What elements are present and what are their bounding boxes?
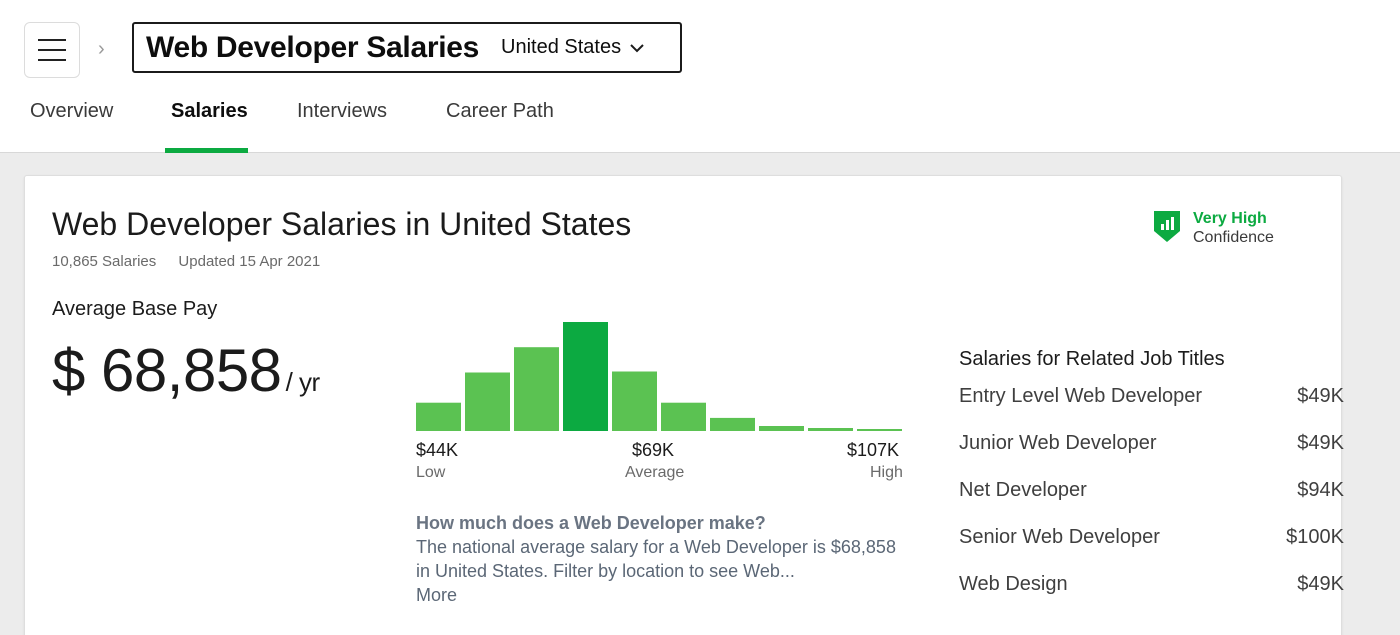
shield-chart-icon bbox=[1154, 211, 1180, 242]
related-item-salary: $49K bbox=[1297, 385, 1344, 407]
confidence-label: Confidence bbox=[1193, 229, 1274, 246]
related-item-title: Net Developer bbox=[959, 479, 1087, 501]
chevron-right-icon: › bbox=[98, 38, 105, 60]
high-label: High bbox=[870, 464, 903, 481]
page-title: Web Developer Salaries bbox=[146, 30, 480, 64]
avg-amount: $ 68,858 bbox=[52, 337, 282, 404]
histogram-bar bbox=[808, 428, 853, 431]
confidence-badge[interactable]: Very High Confidence bbox=[1153, 209, 1274, 247]
average-label: Average bbox=[625, 464, 685, 481]
related-item[interactable]: Junior Web Developer $49K bbox=[959, 432, 1344, 479]
related-item-title: Senior Web Developer bbox=[959, 526, 1160, 548]
more-link[interactable]: More bbox=[416, 583, 906, 607]
question-body: The national average salary for a Web De… bbox=[416, 537, 896, 581]
related-item[interactable]: Net Developer $94K bbox=[959, 479, 1344, 526]
histogram-bar bbox=[416, 402, 461, 431]
tab-career-path[interactable]: Career Path bbox=[446, 100, 554, 123]
menu-line bbox=[38, 49, 66, 51]
histogram-bar bbox=[857, 429, 902, 431]
average-base-pay-label: Average Base Pay bbox=[52, 298, 218, 320]
low-label: Low bbox=[416, 464, 446, 481]
tab-interviews[interactable]: Interviews bbox=[297, 100, 387, 123]
related-item[interactable]: Senior Web Developer $100K bbox=[959, 526, 1344, 573]
page-header: › Web Developer Salaries United States O… bbox=[0, 0, 1400, 153]
histogram-bar bbox=[514, 347, 559, 431]
card-meta: 10,865 Salaries Updated 15 Apr 2021 bbox=[52, 253, 320, 270]
histogram-bar bbox=[465, 372, 510, 431]
active-tab-indicator bbox=[165, 148, 248, 153]
tab-salaries[interactable]: Salaries bbox=[171, 100, 248, 123]
menu-line bbox=[38, 39, 66, 41]
title-location-box[interactable]: Web Developer Salaries United States bbox=[132, 22, 682, 73]
related-item-salary: $49K bbox=[1297, 573, 1344, 595]
avg-unit: / yr bbox=[285, 367, 321, 397]
related-item[interactable]: Entry Level Web Developer $49K bbox=[959, 385, 1344, 432]
hamburger-menu-button[interactable] bbox=[24, 22, 80, 78]
average-base-pay-value: $ 68,858/ yr bbox=[52, 336, 320, 405]
card-heading: Web Developer Salaries in United States bbox=[52, 206, 632, 242]
question-title: How much does a Web Developer make? bbox=[416, 513, 766, 533]
salaries-count: 10,865 Salaries bbox=[52, 253, 157, 270]
high-value: $107K bbox=[847, 440, 900, 460]
salary-card: Web Developer Salaries in United States … bbox=[24, 175, 1344, 635]
salary-question: How much does a Web Developer make? The … bbox=[416, 511, 906, 607]
related-item-salary: $94K bbox=[1297, 479, 1344, 501]
related-item-title: Web Design bbox=[959, 573, 1068, 595]
histogram-bar bbox=[710, 417, 755, 431]
related-item-title: Junior Web Developer bbox=[959, 432, 1157, 454]
related-item-title: Entry Level Web Developer bbox=[959, 385, 1203, 407]
salary-histogram bbox=[416, 322, 902, 431]
chevron-down-icon bbox=[630, 43, 644, 52]
menu-line bbox=[38, 59, 66, 61]
related-item[interactable]: Web Design $49K bbox=[959, 573, 1344, 620]
location-value: United States bbox=[501, 36, 622, 58]
confidence-level: Very High bbox=[1193, 210, 1267, 227]
low-value: $44K bbox=[416, 440, 459, 460]
related-item-salary: $49K bbox=[1297, 432, 1344, 454]
location-select[interactable]: United States bbox=[501, 36, 645, 59]
histogram-bar bbox=[563, 322, 608, 431]
related-item-salary: $100K bbox=[1286, 526, 1344, 548]
histogram-bar bbox=[661, 402, 706, 431]
histogram-bar bbox=[612, 371, 657, 431]
tab-overview[interactable]: Overview bbox=[30, 100, 113, 123]
histogram-bar bbox=[759, 426, 804, 431]
updated-date: Updated 15 Apr 2021 bbox=[178, 253, 321, 270]
average-value: $69K bbox=[632, 440, 675, 460]
related-titles: Salaries for Related Job Titles Entry Le… bbox=[959, 348, 1344, 620]
related-titles-heading: Salaries for Related Job Titles bbox=[959, 348, 1225, 370]
